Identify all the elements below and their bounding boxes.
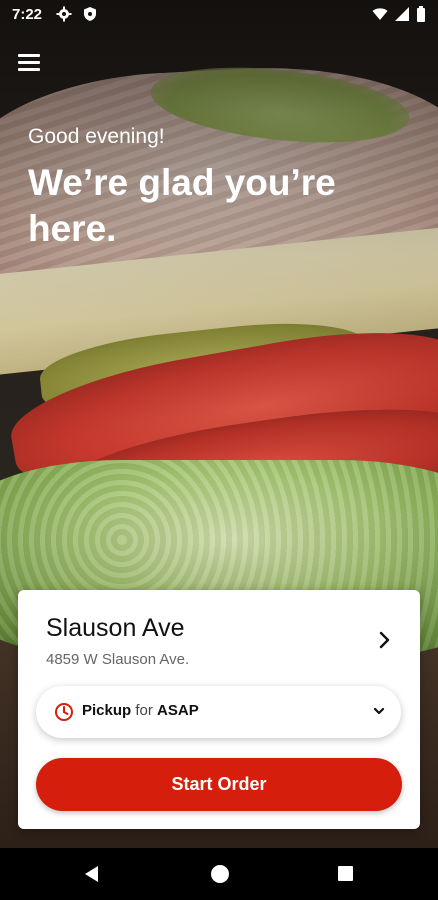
chevron-right-icon[interactable]	[378, 630, 392, 650]
battery-icon	[417, 6, 425, 22]
signal-icon	[395, 7, 409, 21]
hamburger-menu-icon[interactable]	[18, 54, 40, 72]
pickup-time-selector[interactable]: Pickup for ASAP	[36, 686, 401, 738]
greeting-subtitle: Good evening!	[28, 125, 165, 148]
status-time: 7:22	[12, 6, 43, 23]
location-card: Slauson Ave 4859 W Slauson Ave. Pickup f…	[18, 590, 420, 829]
status-icons-right	[372, 6, 426, 22]
shield-icon	[84, 7, 96, 21]
chevron-down-icon	[373, 707, 385, 715]
status-bar: 7:22	[0, 0, 438, 30]
store-name[interactable]: Slauson Ave	[46, 614, 185, 643]
back-icon[interactable]	[83, 865, 101, 883]
pickup-label: Pickup for ASAP	[82, 702, 199, 719]
wifi-icon	[372, 8, 388, 20]
gear-icon	[56, 6, 72, 22]
store-address[interactable]: 4859 W Slauson Ave.	[46, 651, 189, 668]
pickup-mode: Pickup	[82, 702, 132, 719]
start-order-button[interactable]: Start Order	[36, 758, 402, 811]
home-icon[interactable]	[211, 865, 229, 883]
status-icons-left	[56, 6, 98, 22]
pickup-time: ASAP	[157, 702, 199, 719]
pickup-connector: for	[135, 702, 153, 719]
clock-icon	[55, 703, 73, 721]
system-nav-bar	[0, 848, 438, 900]
recents-icon[interactable]	[338, 866, 353, 881]
greeting-title: We’re glad you’re here.	[28, 162, 336, 249]
